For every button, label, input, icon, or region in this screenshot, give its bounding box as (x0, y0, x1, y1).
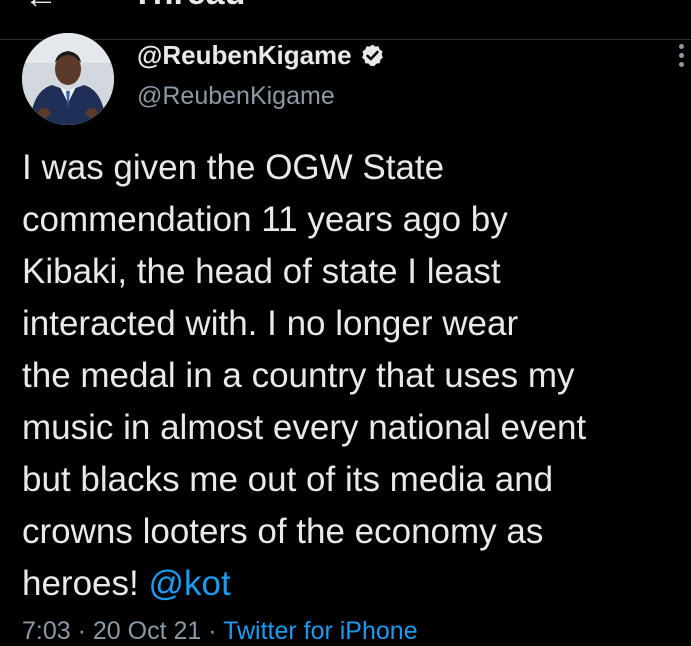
tweet-date[interactable]: 20 Oct 21 (93, 617, 201, 645)
tweet-line: but blacks me out of its media and (22, 460, 554, 499)
top-bar: ← Thread (0, 0, 691, 40)
avatar-image (22, 33, 114, 125)
menu-dot (678, 62, 684, 67)
tweet-line: crowns looters of the economy as (22, 512, 544, 551)
meta-separator: · (70, 617, 93, 645)
more-options-icon[interactable] (676, 44, 686, 74)
tweet-line: interacted with. I no longer wear (22, 304, 519, 343)
tweet-line: I was given the OGW State (22, 148, 445, 187)
tweet-line: heroes! (22, 564, 149, 603)
meta-separator: · (201, 617, 224, 645)
tweet-source-link[interactable]: Twitter for iPhone (223, 617, 418, 645)
header-title: Thread (132, 0, 245, 13)
avatar[interactable] (22, 33, 114, 125)
display-name[interactable]: @ReubenKigame (137, 40, 352, 71)
tweet-line: the medal in a country that uses my (22, 356, 575, 395)
back-arrow-icon[interactable]: ← (24, 0, 58, 17)
display-name-row[interactable]: @ReubenKigame (137, 38, 385, 72)
menu-dot (678, 44, 684, 49)
tweet-line: music in almost every national event (22, 408, 587, 447)
tweet-time[interactable]: 7:03 (22, 617, 71, 645)
tweet-text: I was given the OGW State commendation 11… (22, 142, 687, 610)
tweet-line: commendation 11 years ago by (22, 200, 508, 239)
menu-dot (678, 53, 684, 58)
user-handle[interactable]: @ReubenKigame (137, 82, 335, 111)
mention-link[interactable]: @kot (148, 564, 230, 603)
tweet-line: Kibaki, the head of state I least (22, 252, 501, 291)
verified-badge-icon (361, 44, 383, 66)
